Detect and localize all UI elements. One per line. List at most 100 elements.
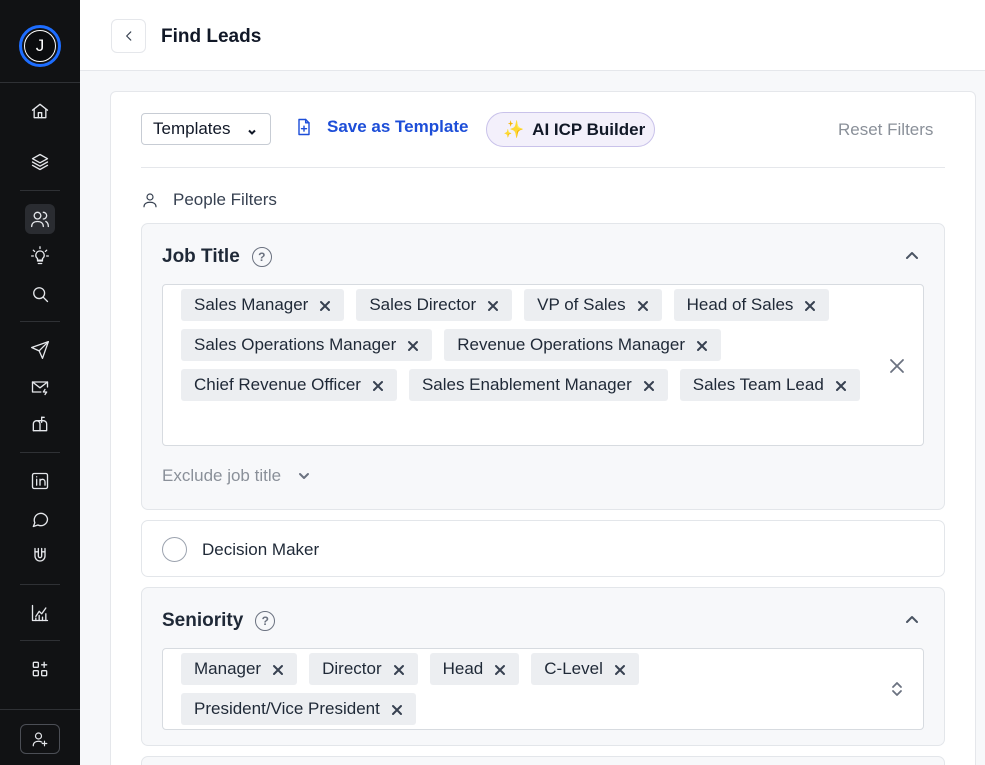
page-header: Find Leads <box>80 0 985 71</box>
remove-tag-icon[interactable] <box>642 378 656 392</box>
chevron-up-icon[interactable] <box>904 612 920 628</box>
remove-tag-icon[interactable] <box>613 662 627 676</box>
remove-tag-icon[interactable] <box>486 298 500 312</box>
job-title-input[interactable]: Sales Manager Sales Director VP of Sales He… <box>162 284 924 446</box>
linkedin-icon[interactable] <box>25 466 55 496</box>
job-title-label: Job Title <box>162 246 240 267</box>
next-filter-section <box>141 756 945 765</box>
apps-icon[interactable] <box>25 654 55 684</box>
remove-tag-icon[interactable] <box>803 298 817 312</box>
filter-tag: C-Level <box>531 653 639 685</box>
home-icon[interactable] <box>25 96 55 126</box>
filter-tag: Sales Manager <box>181 289 345 321</box>
ai-icp-builder-button[interactable]: ✨ AI ICP Builder <box>486 112 655 147</box>
remove-tag-icon[interactable] <box>371 378 385 392</box>
ai-icp-builder-label: AI ICP Builder <box>532 119 646 139</box>
filter-tag-label: President/Vice President <box>194 699 380 718</box>
job-title-tags: Sales Manager Sales Director VP of Sales He… <box>181 289 861 401</box>
job-title-header[interactable]: Job Title ? <box>162 246 272 268</box>
mail-sync-icon[interactable] <box>25 372 55 402</box>
remove-tag-icon[interactable] <box>390 702 404 716</box>
job-title-section: Job Title ? Sales Manager Sales Director V… <box>141 223 945 510</box>
filter-tag-label: VP of Sales <box>537 295 626 314</box>
filter-tag-label: Head of Sales <box>686 295 794 314</box>
file-plus-icon <box>298 118 310 136</box>
sidebar-divider <box>0 82 80 83</box>
filter-tag: Head of Sales <box>673 289 830 321</box>
remove-tag-icon[interactable] <box>636 298 650 312</box>
remove-tag-icon[interactable] <box>392 662 406 676</box>
seniority-label: Seniority <box>162 610 244 631</box>
sidebar-divider <box>20 640 60 641</box>
help-icon[interactable]: ? <box>251 247 272 267</box>
seniority-section: Seniority ? Manager Director Head C-Level Pr… <box>141 587 945 746</box>
filter-tag-label: Sales Enablement Manager <box>421 375 632 394</box>
filter-tag-label: Sales Operations Manager <box>194 335 397 354</box>
save-as-template-label: Save as Template <box>327 117 469 136</box>
mailbox-icon[interactable] <box>25 409 55 439</box>
filter-tag: Sales Enablement Manager <box>408 369 668 401</box>
filter-tag: Director <box>309 653 418 685</box>
layers-icon[interactable] <box>25 147 55 177</box>
analytics-icon[interactable] <box>25 598 55 628</box>
chevron-down-icon <box>246 123 258 135</box>
app-logo[interactable]: J <box>19 25 61 67</box>
sidebar-divider <box>20 452 60 453</box>
remove-tag-icon[interactable] <box>318 298 332 312</box>
filter-tag: Manager <box>181 653 298 685</box>
filter-tag-label: Head <box>442 659 484 678</box>
filter-tag: Head <box>429 653 520 685</box>
remove-tag-icon[interactable] <box>834 378 848 392</box>
person-icon <box>143 193 157 208</box>
decision-maker-option[interactable]: Decision Maker <box>141 520 945 577</box>
send-icon[interactable] <box>25 335 55 365</box>
filter-tag-label: Director <box>322 659 382 678</box>
filter-tag: Sales Team Lead <box>679 369 860 401</box>
templates-label: Templates <box>153 119 231 138</box>
sidebar: J <box>0 0 80 765</box>
add-user-button[interactable] <box>20 724 60 754</box>
sparkles-icon: ✨ <box>503 119 525 139</box>
filter-tag: President/Vice President <box>181 693 416 725</box>
filter-tag-label: Sales Team Lead <box>692 375 824 394</box>
seniority-header[interactable]: Seniority ? <box>162 610 276 632</box>
filter-tag-label: Sales Manager <box>194 295 309 314</box>
lightbulb-icon[interactable] <box>25 241 55 271</box>
decision-maker-radio[interactable] <box>162 537 187 562</box>
exclude-job-title-label: Exclude job title <box>162 466 282 485</box>
filter-tag-label: Sales Director <box>369 295 477 314</box>
templates-dropdown[interactable]: Templates <box>141 113 271 145</box>
save-as-template-button[interactable]: Save as Template <box>294 117 468 137</box>
seniority-input[interactable]: Manager Director Head C-Level President/Vice… <box>162 648 924 730</box>
users-icon[interactable] <box>25 204 55 234</box>
magnet-icon[interactable] <box>25 541 55 571</box>
filter-tag: Revenue Operations Manager <box>444 329 721 361</box>
remove-tag-icon[interactable] <box>406 338 420 352</box>
exclude-job-title-toggle[interactable]: Exclude job title <box>162 466 311 486</box>
page-title: Find Leads <box>161 26 262 47</box>
remove-tag-icon[interactable] <box>695 338 709 352</box>
filter-tag-label: Chief Revenue Officer <box>194 375 361 394</box>
remove-tag-icon[interactable] <box>493 662 507 676</box>
chat-icon[interactable] <box>25 504 55 534</box>
search-icon[interactable] <box>25 279 55 309</box>
filter-tag-label: C-Level <box>544 659 603 678</box>
remove-tag-icon[interactable] <box>271 662 285 676</box>
filter-tag: Chief Revenue Officer <box>181 369 397 401</box>
sidebar-divider <box>20 190 60 191</box>
back-button[interactable] <box>111 19 146 53</box>
people-filters-label: People Filters <box>173 190 277 209</box>
filter-tag: Sales Operations Manager <box>181 329 433 361</box>
logo-letter: J <box>24 30 56 62</box>
filter-tag: Sales Director <box>356 289 513 321</box>
reset-filters-button[interactable]: Reset Filters <box>838 120 933 140</box>
help-icon[interactable]: ? <box>255 611 276 631</box>
sidebar-divider <box>0 709 80 710</box>
clear-all-icon[interactable] <box>887 356 907 376</box>
divider <box>141 167 945 168</box>
chevron-up-down-icon[interactable] <box>889 679 905 699</box>
chevron-down-icon <box>299 473 310 479</box>
filter-tag-label: Revenue Operations Manager <box>457 335 685 354</box>
sidebar-divider <box>20 321 60 322</box>
chevron-up-icon[interactable] <box>904 248 920 264</box>
